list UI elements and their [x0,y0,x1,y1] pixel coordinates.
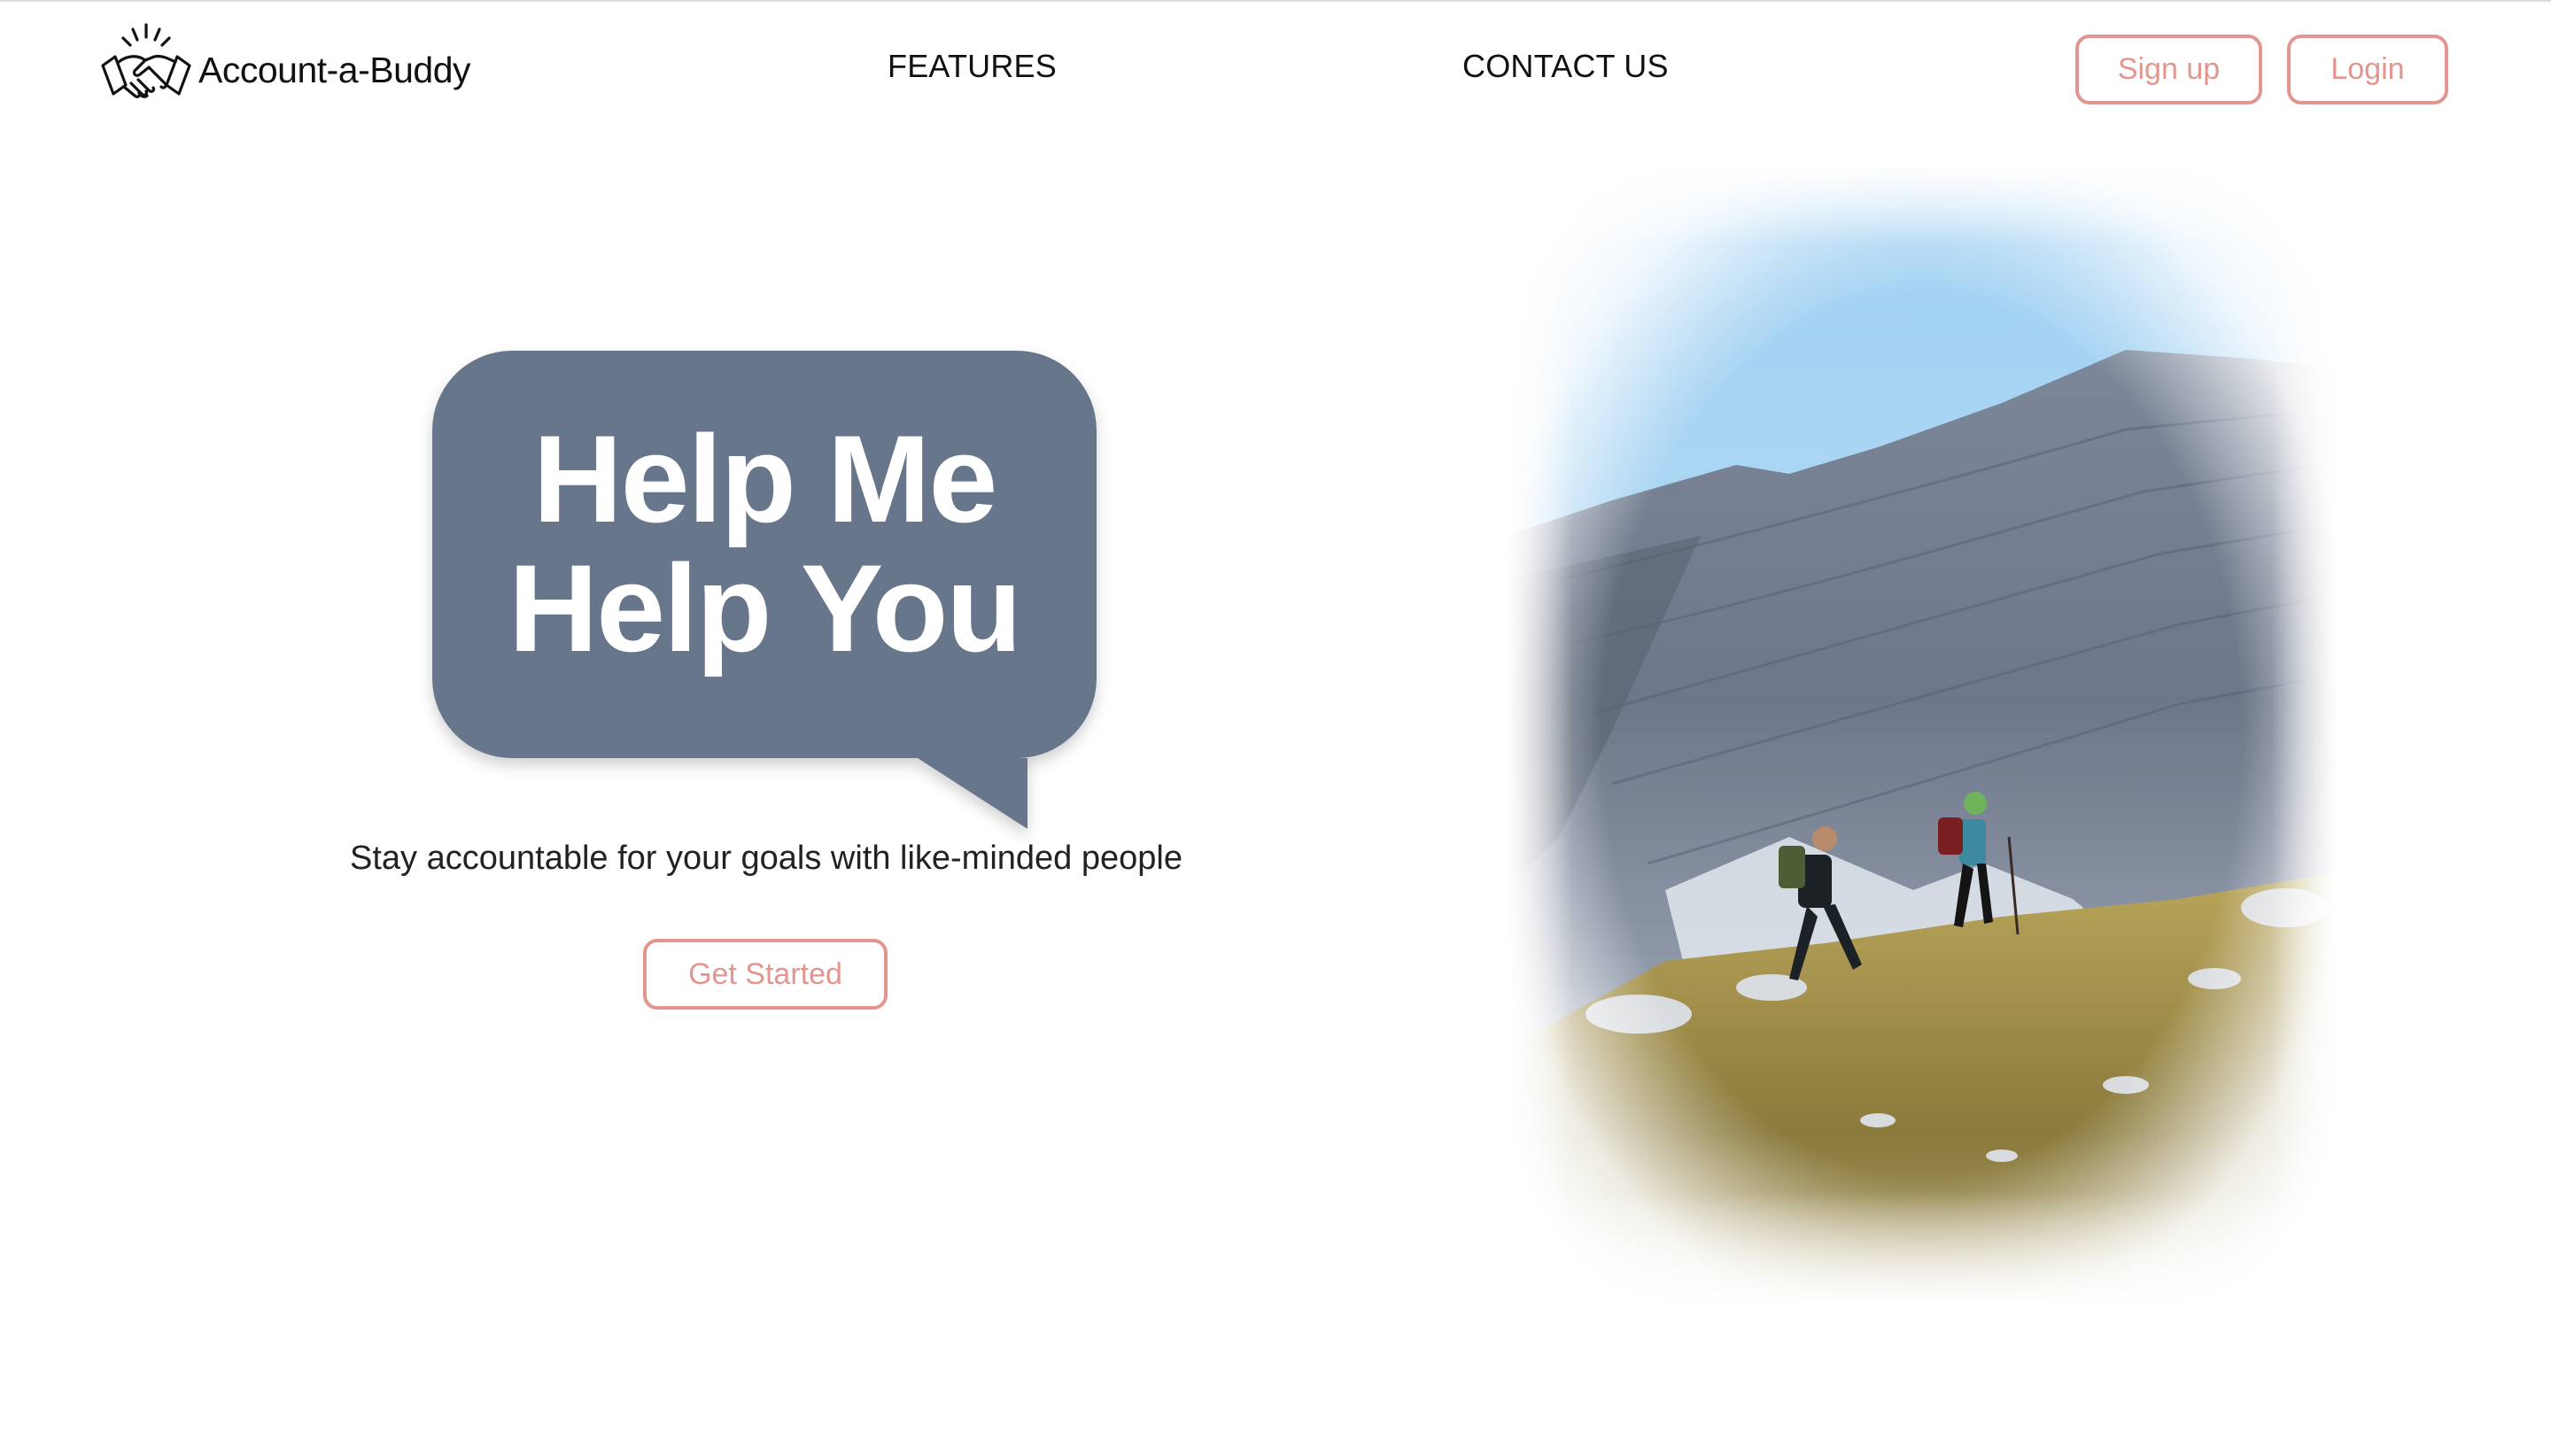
speech-bubble: Help Me Help You [432,351,1105,836]
login-button[interactable]: Login [2287,35,2448,105]
hero-photo [1506,164,2338,1306]
headline: Help Me Help You [432,414,1097,673]
signup-button[interactable]: Sign up [2075,35,2262,105]
headline-line-2: Help You [508,538,1022,678]
get-started-button[interactable]: Get Started [643,939,888,1010]
top-navbar: Account-a-Buddy FEATURES CONTACT US Sign… [0,2,2551,135]
mountain-hikers-photo [1506,164,2338,1306]
nav-link-features[interactable]: FEATURES [888,48,1057,85]
nav-link-contact-us[interactable]: CONTACT US [1462,48,1669,85]
brand-name: Account-a-Buddy [198,49,471,90]
tagline: Stay accountable for your goals with lik… [350,840,1182,877]
headline-line-1: Help Me [532,409,998,548]
handshake-icon [101,23,191,98]
brand-logo-link[interactable]: Account-a-Buddy [99,21,471,119]
